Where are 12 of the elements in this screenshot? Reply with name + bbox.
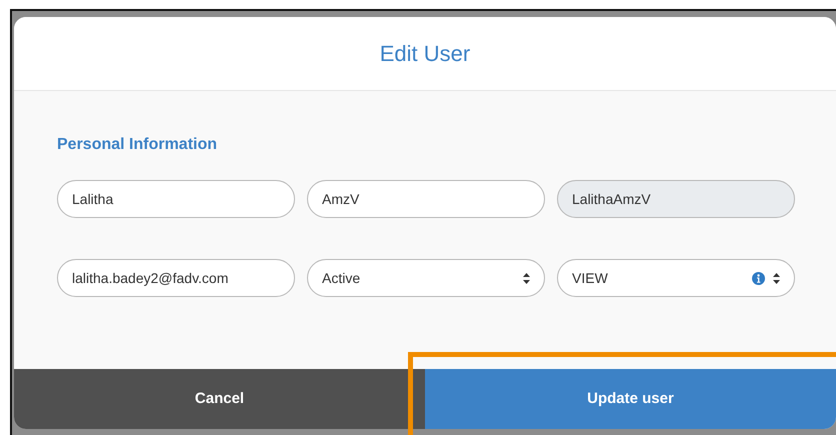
section-title: Personal Information (57, 135, 218, 155)
sort-caret-icon (773, 272, 780, 284)
text-field[interactable]: Lalitha (57, 180, 295, 218)
info-icon[interactable] (752, 272, 765, 284)
sort-caret-icon (523, 272, 530, 284)
select-field[interactable]: Active (307, 259, 545, 297)
update-button[interactable]: Update user (425, 369, 836, 429)
text-field[interactable]: lalitha.badey2@fadv.com (57, 259, 295, 297)
cancel-button[interactable]: Cancel (14, 369, 425, 429)
modal-title: Edit User (380, 40, 470, 68)
text-field[interactable]: AmzV (307, 180, 545, 218)
select-field[interactable]: VIEW (557, 259, 795, 297)
